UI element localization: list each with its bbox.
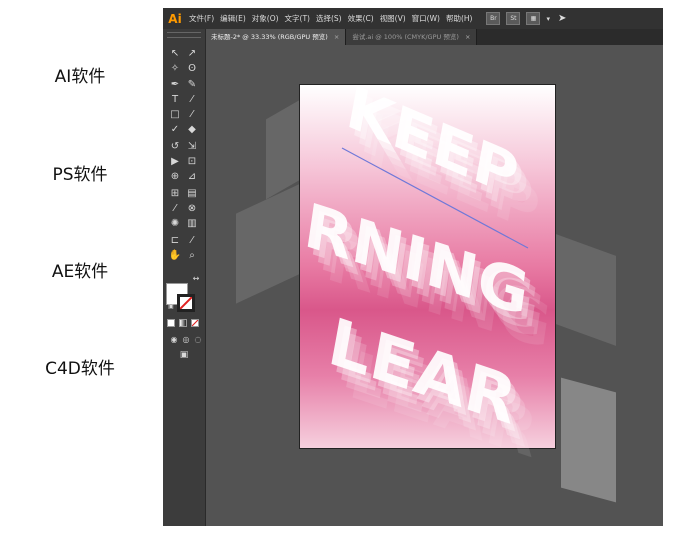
slice-icon[interactable]: ⁄ [185,235,199,247]
perspective-icon[interactable]: ⊿ [185,171,199,183]
menu-help[interactable]: 帮助(H) [446,13,473,24]
menu-file[interactable]: 文件(F) [189,13,214,24]
shape-builder-icon[interactable]: ⊕ [168,171,182,183]
menu-window[interactable]: 窗口(W) [412,13,440,24]
menu-select[interactable]: 选择(S) [316,13,342,24]
free-transform-icon[interactable]: ⊡ [185,156,199,168]
panel-grip[interactable] [167,32,201,38]
width-icon[interactable]: ▶ [168,156,182,168]
menu-type[interactable]: 文字(T) [285,13,310,24]
blend-icon[interactable]: ⊗ [185,203,199,215]
eraser-icon[interactable]: ◆ [185,124,199,136]
rectangle-icon[interactable]: □ [168,109,182,121]
menu-effect[interactable]: 效果(C) [348,13,374,24]
arrange-documents-icon[interactable]: ▦ [526,12,541,25]
tab-label: 未标题-2* @ 33.33% (RGB/GPU 预览) [211,33,328,41]
artboard-icon[interactable]: ⊏ [168,235,182,247]
menu-object[interactable]: 对象(O) [252,13,279,24]
magic-wand-icon[interactable]: ✧ [168,63,182,75]
eyedropper-icon[interactable]: ⁄ [168,203,182,215]
default-colors-icon[interactable]: ▣ [164,301,178,313]
swap-colors-icon[interactable]: ↔ [189,273,203,285]
menu-bar: Ai 文件(F) 编辑(E) 对象(O) 文字(T) 选择(S) 效果(C) 视… [163,8,663,29]
menu-right-group: Br St ▦ ▾ ➤ [486,12,566,25]
menu-view[interactable]: 视图(V) [380,13,406,24]
close-icon[interactable]: × [334,33,339,41]
symbol-sprayer-icon[interactable]: ✺ [168,218,182,230]
app-logo: Ai [168,11,182,26]
line-icon[interactable]: ⁄ [185,94,199,106]
gradient-icon[interactable]: ▤ [185,188,199,200]
direct-selection-icon[interactable]: ↗ [185,48,199,60]
selection-icon[interactable]: ↖ [168,48,182,60]
shaper-icon[interactable]: ✓ [168,124,182,136]
graph-icon[interactable]: ▥ [185,218,199,230]
selected-path[interactable] [206,45,663,526]
tab-attempt-ai[interactable]: 尝试.ai @ 100% (CMYK/GPU 预览) × [346,29,478,45]
canvas-area[interactable]: KEEP RNING LEAR [206,45,663,526]
scale-icon[interactable]: ⇲ [185,141,199,153]
none-mode-icon[interactable] [191,319,199,327]
label-c4d: C4D软件 [45,359,115,379]
label-ae: AE软件 [51,262,109,282]
draw-inside-icon[interactable]: ◌ [191,334,205,346]
type-icon[interactable]: T [168,94,182,106]
screen-mode-icon[interactable]: ▣ [177,349,191,361]
document-tabs: 未标题-2* @ 33.33% (RGB/GPU 预览) × 尝试.ai @ 1… [205,29,663,45]
tools-panel: ↖ ↗ ✧ ʘ ✒ ✎ T ⁄ □ ⁄ ✓ ◆ ↺ ⇲ ▶ ⊡ ⊕ ⊿ ⊞ ▤ … [163,29,206,526]
paintbrush-icon[interactable]: ⁄ [185,109,199,121]
gradient-mode-icon[interactable] [179,319,187,327]
none-slash-icon [192,320,198,326]
send-icon[interactable]: ➤ [558,13,566,24]
color-mode-icon[interactable] [167,319,175,327]
tab-untitled-2[interactable]: 未标题-2* @ 33.33% (RGB/GPU 预览) × [205,29,347,45]
zoom-icon[interactable]: ⌕ [185,250,199,262]
chevron-down-icon[interactable]: ▾ [546,15,550,23]
label-ps: PS软件 [52,165,108,185]
rotate-icon[interactable]: ↺ [168,141,182,153]
tab-label: 尝试.ai @ 100% (CMYK/GPU 预览) [352,33,459,41]
lasso-icon[interactable]: ʘ [185,63,199,75]
stock-button[interactable]: St [506,12,521,25]
curvature-icon[interactable]: ✎ [185,79,199,91]
mesh-icon[interactable]: ⊞ [168,188,182,200]
menu-edit[interactable]: 编辑(E) [220,13,246,24]
bridge-button[interactable]: Br [486,12,501,25]
label-ai: AI软件 [54,67,106,87]
close-icon[interactable]: × [465,33,470,41]
hand-icon[interactable]: ✋ [168,250,182,262]
stroke-swatch[interactable] [177,294,195,312]
none-slash-icon [180,297,192,309]
pen-icon[interactable]: ✒ [168,79,182,91]
illustrator-window: Ai 文件(F) 编辑(E) 对象(O) 文字(T) 选择(S) 效果(C) 视… [163,8,663,526]
